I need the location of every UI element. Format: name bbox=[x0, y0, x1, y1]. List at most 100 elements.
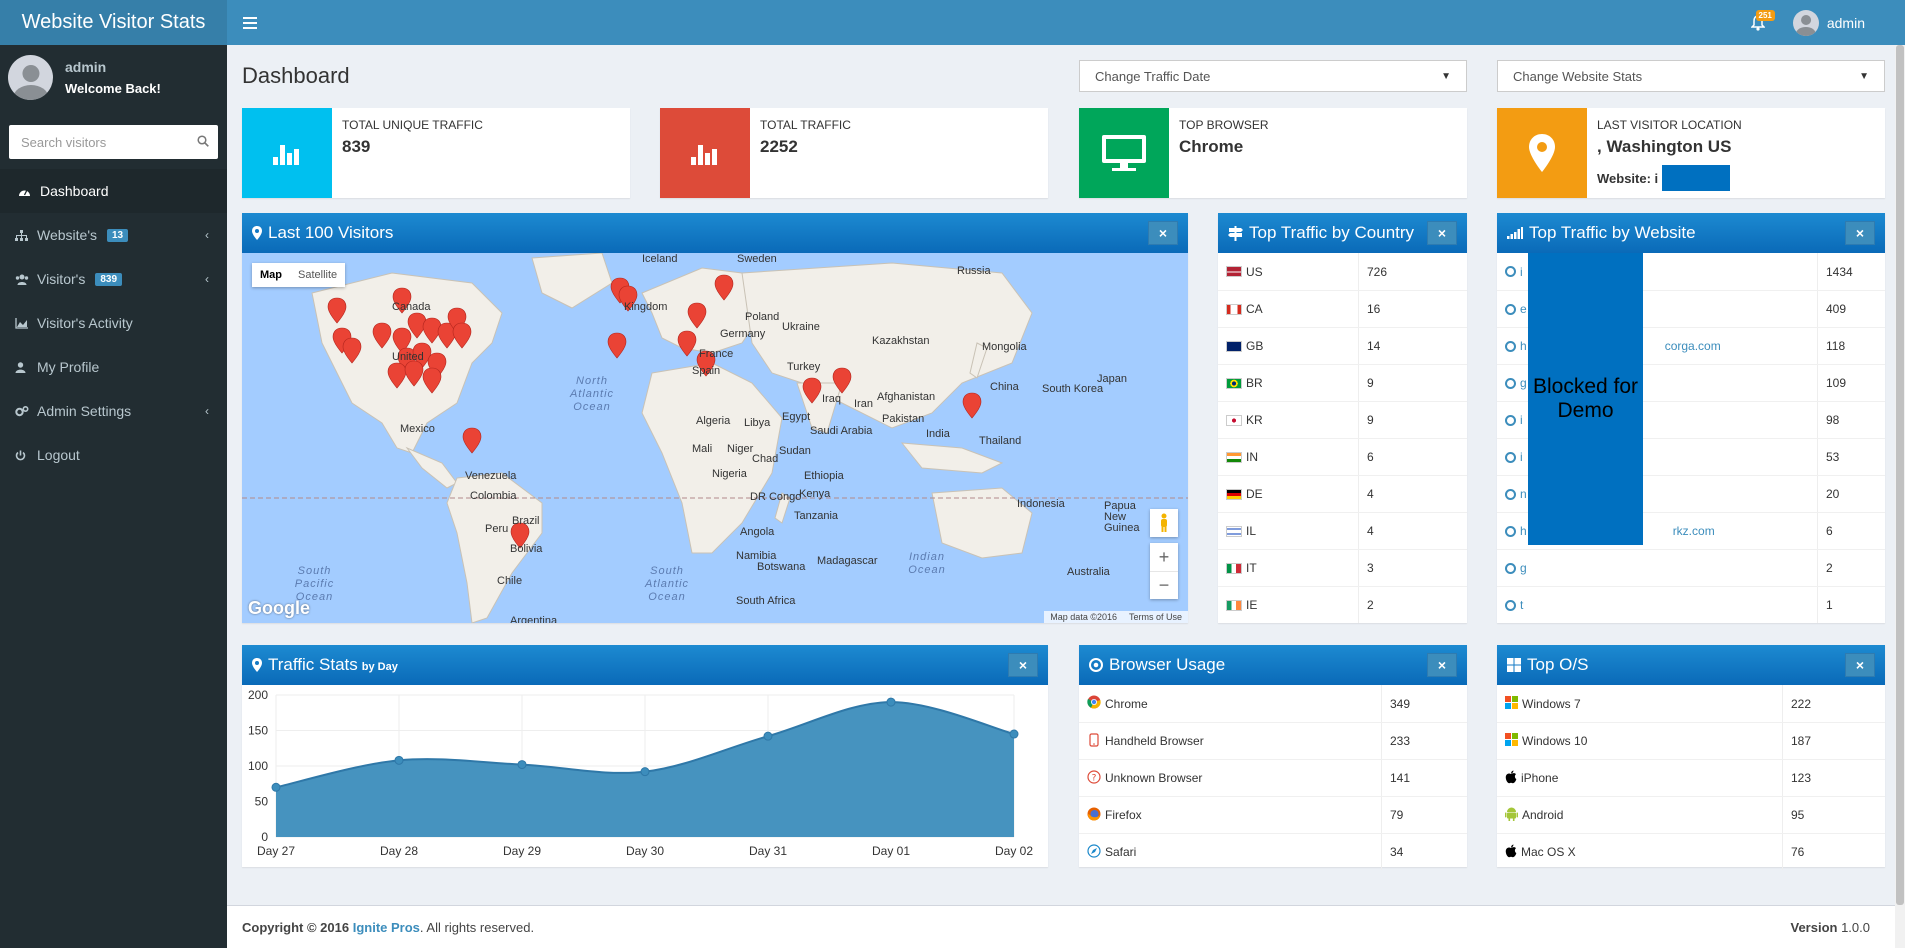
data-point[interactable] bbox=[271, 782, 281, 792]
website-name-suffix[interactable]: rkz.com bbox=[1673, 524, 1715, 538]
map-label: Mongolia bbox=[982, 341, 1027, 353]
website-name[interactable]: i bbox=[1520, 265, 1523, 279]
os-count: 187 bbox=[1782, 723, 1811, 759]
country-count: 6 bbox=[1358, 439, 1374, 475]
search-icon[interactable] bbox=[197, 134, 209, 150]
os-name: Windows 7 bbox=[1522, 696, 1581, 711]
close-panel-button[interactable]: × bbox=[1008, 653, 1038, 677]
close-panel-button[interactable]: × bbox=[1427, 653, 1457, 677]
map-label: Ukraine bbox=[782, 321, 820, 333]
os-name: iPhone bbox=[1521, 771, 1559, 785]
page-scrollbar[interactable] bbox=[1895, 45, 1905, 948]
browser-usage-panel: Browser Usage × Chrome 349 Handheld Brows… bbox=[1079, 645, 1467, 870]
br-flag-icon bbox=[1226, 377, 1242, 389]
map-label: Afghanistan bbox=[877, 391, 936, 403]
visitor-map[interactable]: Map Satellite Iceland Sweden Russia Cana… bbox=[242, 253, 1188, 623]
top-navbar: Website Visitor Stats 251 admin bbox=[0, 0, 1905, 45]
sidebar-item-label: My Profile bbox=[37, 359, 100, 375]
sidebar-item-visitors[interactable]: Visitor's 839 ‹ bbox=[0, 257, 227, 301]
map-label: Pakistan bbox=[882, 413, 925, 425]
website-name[interactable]: h bbox=[1520, 339, 1527, 353]
country-code: IT bbox=[1246, 561, 1257, 575]
blocked-for-demo-overlay: Blocked for Demo bbox=[1528, 253, 1643, 545]
website-name[interactable]: t bbox=[1520, 598, 1523, 612]
map-label: Botswana bbox=[757, 561, 806, 573]
close-panel-button[interactable]: × bbox=[1845, 653, 1875, 677]
sitemap-icon bbox=[15, 229, 37, 241]
sidebar-item-admin-settings[interactable]: Admin Settings ‹ bbox=[0, 389, 227, 433]
website-count: 1 bbox=[1817, 587, 1833, 623]
close-panel-button[interactable]: × bbox=[1427, 221, 1457, 245]
map-view-button[interactable]: Map bbox=[252, 263, 290, 287]
data-point[interactable] bbox=[517, 760, 527, 770]
info-value: , Washington US bbox=[1597, 137, 1732, 156]
panel-title: Top Traffic by Website bbox=[1529, 223, 1696, 242]
close-panel-button[interactable]: × bbox=[1845, 221, 1875, 245]
data-point[interactable] bbox=[640, 767, 650, 777]
map-label: Iraq bbox=[822, 393, 841, 405]
map-label: Peru bbox=[485, 523, 509, 535]
app-title[interactable]: Website Visitor Stats bbox=[0, 0, 227, 45]
sidebar-item-label: Visitor's bbox=[37, 271, 86, 287]
website-name-suffix[interactable]: corga.com bbox=[1665, 339, 1721, 353]
handheld-icon bbox=[1087, 732, 1101, 750]
scrollbar-thumb[interactable] bbox=[1896, 45, 1904, 905]
zoom-out-button[interactable]: − bbox=[1150, 571, 1178, 599]
top-username: admin bbox=[1826, 14, 1865, 31]
sidebar-item-dashboard[interactable]: Dashboard bbox=[0, 169, 227, 213]
table-row: CA 16 bbox=[1218, 290, 1467, 327]
map-marker-icon bbox=[252, 658, 262, 672]
street-view-pegman-icon[interactable] bbox=[1150, 509, 1178, 537]
sidebar-item-websites[interactable]: Website's 13 ‹ bbox=[0, 213, 227, 257]
website-name[interactable]: i bbox=[1520, 450, 1523, 464]
notifications-bell-icon[interactable]: 251 bbox=[1743, 8, 1775, 38]
notification-count-badge: 251 bbox=[1755, 9, 1775, 21]
map-label: Kenya bbox=[799, 488, 831, 500]
svg-text:?: ? bbox=[1092, 773, 1097, 783]
sidebar-item-label: Admin Settings bbox=[37, 403, 132, 419]
traffic-date-select[interactable]: Change Traffic Date ▼ bbox=[1079, 60, 1467, 92]
visitors-count-badge: 839 bbox=[95, 272, 123, 286]
website-name[interactable]: h bbox=[1520, 524, 1527, 538]
sidebar-item-visitors-activity[interactable]: Visitor's Activity bbox=[0, 301, 227, 345]
sidebar-item-logout[interactable]: Logout bbox=[0, 433, 227, 477]
close-panel-button[interactable]: × bbox=[1148, 221, 1178, 245]
data-point[interactable] bbox=[1009, 729, 1019, 739]
browser-count: 349 bbox=[1381, 685, 1410, 722]
map-label: Niger bbox=[727, 443, 754, 455]
company-link[interactable]: Ignite Pros bbox=[353, 920, 420, 935]
zoom-in-button[interactable]: + bbox=[1150, 543, 1178, 571]
table-row: Firefox 79 bbox=[1079, 796, 1467, 833]
website-name[interactable]: n bbox=[1520, 487, 1527, 501]
last-visitors-panel: Last 100 Visitors × Map Satellite Icelan… bbox=[242, 213, 1188, 623]
y-tick-label: 200 bbox=[248, 688, 268, 702]
map-label: Egypt bbox=[782, 411, 811, 423]
map-label: France bbox=[699, 348, 734, 360]
user-menu[interactable]: admin bbox=[1792, 9, 1865, 36]
website-count: 53 bbox=[1817, 439, 1839, 475]
browser-count: 79 bbox=[1381, 797, 1403, 833]
traffic-chart: 0 50 100 150 200 Day 27 Day 28 Day 29 Day 30 Day … bbox=[242, 685, 1048, 870]
website-name[interactable]: g bbox=[1520, 376, 1527, 390]
browser-name: Unknown Browser bbox=[1105, 771, 1203, 785]
data-point[interactable] bbox=[394, 755, 404, 765]
menu-toggle-icon[interactable] bbox=[227, 0, 272, 45]
website-count: 118 bbox=[1817, 328, 1845, 364]
sidebar-item-my-profile[interactable]: My Profile bbox=[0, 345, 227, 389]
search-input[interactable] bbox=[21, 134, 197, 150]
website-name[interactable]: g bbox=[1520, 561, 1527, 575]
zoom-control: + − bbox=[1150, 543, 1178, 599]
info-value: Chrome bbox=[1179, 137, 1244, 156]
website-stats-select[interactable]: Change Website Stats ▼ bbox=[1497, 60, 1885, 92]
chrome-icon bbox=[1089, 658, 1103, 672]
terms-of-use-link[interactable]: Terms of Use bbox=[1129, 612, 1182, 622]
traffic-stats-panel: Traffic Stats by Day × 0 50 100 150 200 Day 2… bbox=[242, 645, 1048, 867]
website-name[interactable]: e bbox=[1520, 302, 1527, 316]
signpost-icon bbox=[1228, 225, 1243, 241]
dashboard-icon bbox=[18, 186, 40, 197]
data-point[interactable] bbox=[886, 697, 896, 707]
satellite-view-button[interactable]: Satellite bbox=[290, 263, 345, 287]
main-content: Dashboard Change Traffic Date ▼ Change W… bbox=[227, 45, 1895, 905]
website-name[interactable]: i bbox=[1520, 413, 1523, 427]
data-point[interactable] bbox=[763, 731, 773, 741]
